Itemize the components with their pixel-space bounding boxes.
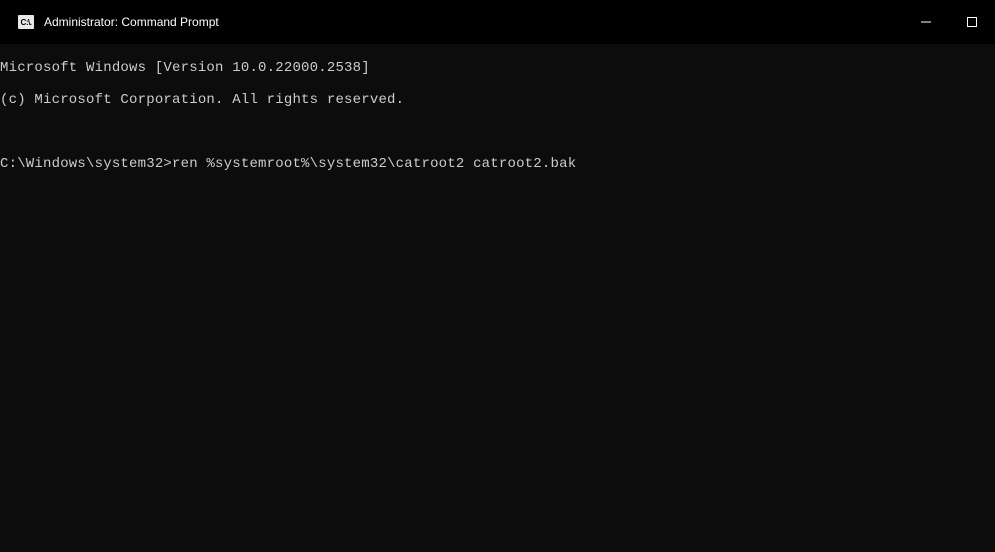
window-controls [903,0,995,44]
window-title: Administrator: Command Prompt [44,15,219,29]
cmd-icon-label: C:\. [21,18,32,27]
blank-line [0,124,995,140]
cmd-icon: C:\. [18,15,34,29]
copyright-line: (c) Microsoft Corporation. All rights re… [0,92,995,108]
prompt-text: C:\Windows\system32> [0,156,172,172]
version-line: Microsoft Windows [Version 10.0.22000.25… [0,60,995,76]
command-text: ren %systemroot%\system32\catroot2 catro… [172,156,576,172]
minimize-button[interactable] [903,0,949,44]
minimize-icon [921,17,931,27]
titlebar-left: C:\. Administrator: Command Prompt [18,15,219,29]
terminal-output[interactable]: Microsoft Windows [Version 10.0.22000.25… [0,44,995,188]
command-line: C:\Windows\system32>ren %systemroot%\sys… [0,156,995,172]
maximize-icon [967,17,977,27]
titlebar: C:\. Administrator: Command Prompt [0,0,995,44]
maximize-button[interactable] [949,0,995,44]
